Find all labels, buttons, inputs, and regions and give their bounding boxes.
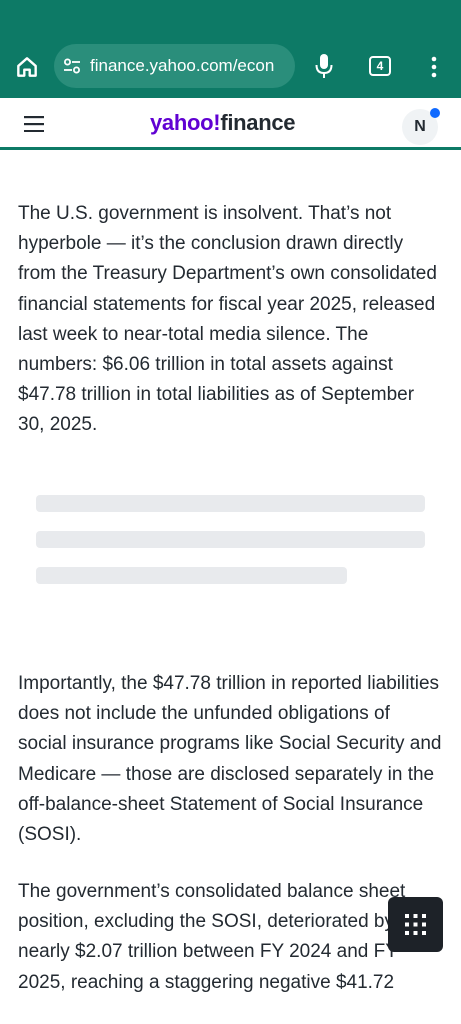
article-paragraph: The government’s consolidated balance sh… bbox=[18, 881, 406, 993]
grid-menu-button[interactable] bbox=[388, 897, 443, 952]
logo-yahoo: yahoo! bbox=[150, 110, 221, 135]
article-paragraph: Importantly, the $47.78 trillion in repo… bbox=[18, 673, 442, 846]
notification-dot bbox=[430, 108, 440, 118]
tabs-button[interactable]: 4 bbox=[369, 56, 391, 76]
url-text: finance.yahoo.com/econ bbox=[90, 56, 275, 75]
loading-placeholder-line bbox=[36, 567, 347, 584]
hamburger-menu-icon[interactable] bbox=[24, 116, 44, 132]
home-icon[interactable] bbox=[14, 54, 40, 80]
site-settings-icon[interactable] bbox=[63, 57, 81, 75]
grid-apps-icon bbox=[405, 914, 426, 935]
address-bar[interactable]: finance.yahoo.com/econ bbox=[54, 44, 295, 88]
loading-placeholder-line bbox=[36, 531, 425, 548]
loading-placeholder-line bbox=[36, 495, 425, 512]
article-paragraph: The U.S. government is insolvent. That’s… bbox=[18, 203, 437, 436]
browser-toolbar: finance.yahoo.com/econ 4 bbox=[0, 0, 461, 98]
microphone-icon[interactable] bbox=[313, 53, 335, 79]
yahoo-finance-logo[interactable]: yahoo!finance bbox=[150, 110, 312, 138]
site-header: yahoo!finance bbox=[0, 98, 461, 150]
logo-finance: finance bbox=[220, 110, 296, 135]
more-vert-icon[interactable] bbox=[428, 56, 440, 78]
